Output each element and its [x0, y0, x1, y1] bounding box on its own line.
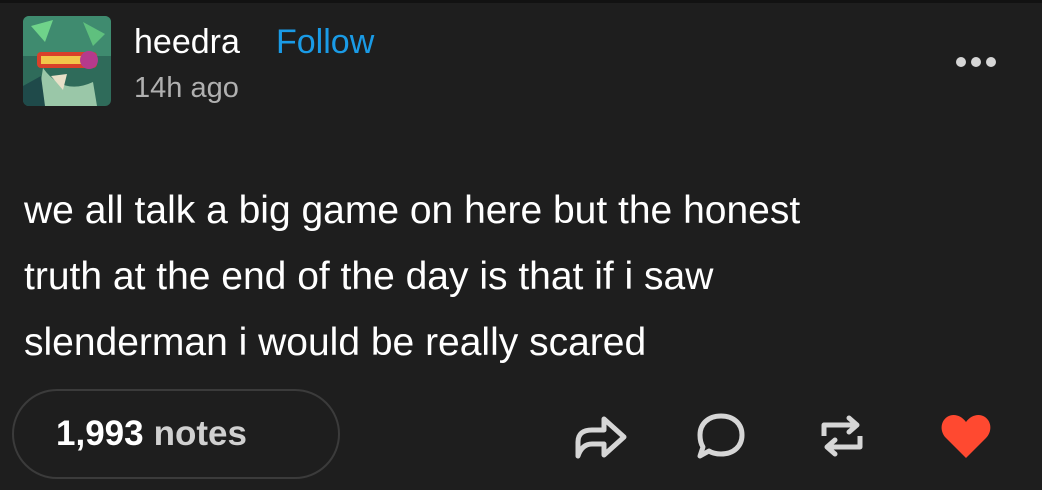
post-body-line: we all talk a big game on here but the h… [24, 189, 801, 232]
avatar-image [23, 16, 111, 106]
post-timestamp[interactable]: 14h ago [134, 70, 239, 106]
heart-icon[interactable] [938, 410, 994, 462]
share-icon[interactable] [572, 410, 628, 462]
follow-button[interactable]: Follow [276, 22, 374, 62]
notes-label: notes [153, 414, 247, 453]
reblog-icon[interactable] [815, 410, 869, 462]
avatar[interactable] [23, 16, 111, 106]
post-body-line: truth at the end of the day is that if i… [24, 255, 714, 298]
reply-icon[interactable] [694, 410, 748, 462]
post-body-line: slenderman i would be really scared [24, 321, 647, 364]
more-options-icon[interactable] [948, 48, 1004, 76]
post-body: we all talk a big game on here but the h… [24, 178, 1014, 376]
notes-button[interactable]: 1,993 notes [12, 389, 340, 479]
notes-count: 1,993 [56, 414, 144, 453]
top-divider [0, 0, 1042, 3]
author-name[interactable]: heedra [134, 22, 240, 62]
